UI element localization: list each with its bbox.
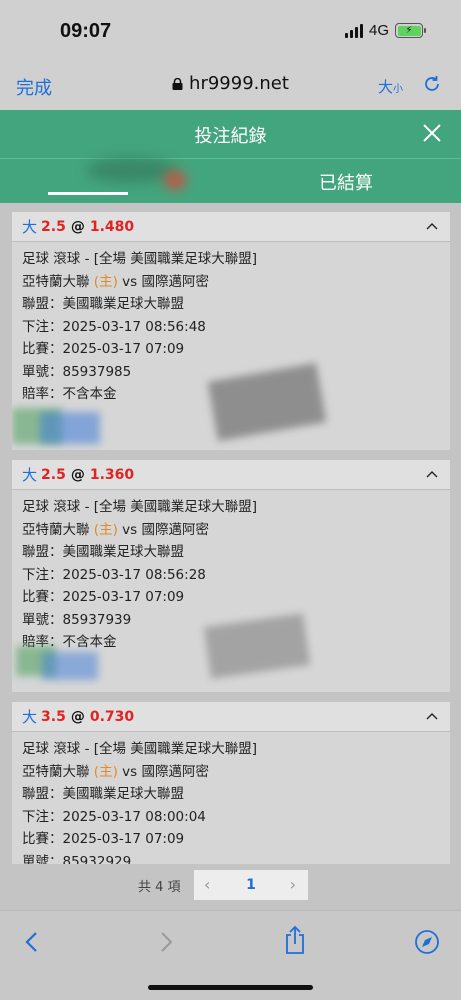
league-line: 聯盟：美國職業足球大聯盟 — [22, 786, 184, 802]
bet-time-line: 下注：2025-03-17 08:56:28 — [22, 566, 206, 583]
battery-icon: ⚡ — [395, 23, 426, 38]
match-time-line: 比賽：2025-03-17 07:09 — [22, 589, 185, 605]
bet-time-line: 下注：2025-03-17 08:56:48 — [22, 318, 206, 335]
compass-icon[interactable] — [414, 929, 440, 955]
bet-direction: 大 — [22, 466, 38, 484]
close-icon[interactable] — [421, 122, 443, 144]
bet-card-header[interactable]: 大 2.5 @ 1.360 — [12, 460, 450, 490]
home-tag: (主) — [93, 273, 118, 290]
lock-icon — [172, 78, 183, 90]
share-icon[interactable] — [282, 925, 308, 955]
bet-odds: 1.360 — [89, 466, 135, 483]
pager: ‹ 1 › — [194, 870, 308, 900]
redaction-smudge — [164, 171, 186, 189]
status-bar: 09:07 4G ⚡ — [0, 0, 461, 62]
page-title: 投注紀錄 — [194, 126, 267, 147]
page-header: 投注紀錄 — [0, 110, 461, 158]
away-team: 國際邁阿密 — [141, 763, 209, 780]
bet-time-line: 下注：2025-03-17 08:00:04 — [22, 808, 206, 825]
home-team: 亞特蘭大聯 — [22, 273, 90, 290]
text-size-large: 大 — [377, 78, 393, 96]
match-time-line: 比賽：2025-03-17 07:09 — [22, 341, 185, 357]
home-indicator — [148, 985, 313, 990]
bet-card: 大 2.5 @ 1.480 足球 滾球 - [全場 美國職業足球大聯盟] 亞特蘭… — [12, 212, 450, 450]
sport-line: 足球 滾球 - [全場 美國職業足球大聯盟] — [22, 499, 258, 515]
match-teams: 亞特蘭大聯 (主) vs 國際邁阿密 — [22, 519, 440, 542]
text-size-button[interactable]: 大小 — [378, 76, 403, 97]
url-text: hr9999.net — [189, 73, 289, 94]
bet-at: @ — [70, 708, 85, 725]
bet-card-header[interactable]: 大 2.5 @ 1.480 — [12, 212, 450, 242]
sport-line: 足球 滾球 - [全場 美國職業足球大聯盟] — [22, 741, 258, 757]
match-time-line: 比賽：2025-03-17 07:09 — [22, 831, 185, 847]
reload-icon[interactable] — [421, 73, 443, 95]
bet-direction: 大 — [22, 218, 38, 236]
browser-toolbar — [0, 910, 461, 1000]
ticket-line: 單號：85932929 — [22, 853, 132, 865]
bet-line: 2.5 — [41, 466, 66, 483]
match-teams: 亞特蘭大聯 (主) vs 國際邁阿密 — [22, 761, 440, 784]
bet-odds: 1.480 — [89, 218, 135, 235]
bet-line: 2.5 — [41, 218, 66, 235]
home-tag: (主) — [93, 763, 118, 780]
match-teams: 亞特蘭大聯 (主) vs 國際邁阿密 — [22, 271, 440, 294]
vs-label: vs — [122, 521, 138, 538]
vs-label: vs — [122, 763, 138, 780]
network-label: 4G — [368, 22, 389, 39]
home-team: 亞特蘭大聯 — [22, 521, 90, 538]
tab-active-indicator — [48, 192, 128, 195]
bet-details: 足球 滾球 - [全場 美國職業足球大聯盟] 亞特蘭大聯 (主) vs 國際邁阿… — [12, 732, 450, 864]
total-count: 共 4 項 — [138, 880, 181, 895]
league-line: 聯盟：美國職業足球大聯盟 — [22, 296, 184, 312]
redaction-smudge — [42, 652, 98, 680]
chevron-up-icon[interactable] — [426, 711, 438, 721]
bet-odds: 0.730 — [89, 708, 135, 725]
text-size-small: 小 — [393, 84, 403, 95]
home-team: 亞特蘭大聯 — [22, 763, 90, 780]
tab-settled[interactable]: 已結算 — [231, 169, 461, 195]
pagination: 共 4 項 ‹ 1 › — [0, 868, 461, 902]
bet-at: @ — [70, 218, 85, 235]
tab-bar: 已結算 — [0, 157, 461, 203]
browser-url-bar: 完成 hr9999.net 大小 — [0, 62, 461, 110]
bet-card: 大 2.5 @ 1.360 足球 滾球 - [全場 美國職業足球大聯盟] 亞特蘭… — [12, 460, 450, 692]
chevron-up-icon[interactable] — [426, 469, 438, 479]
away-team: 國際邁阿密 — [141, 273, 209, 290]
bet-at: @ — [70, 466, 85, 483]
signal-icon — [344, 23, 363, 38]
bet-list: 大 2.5 @ 1.480 足球 滾球 - [全場 美國職業足球大聯盟] 亞特蘭… — [12, 212, 450, 874]
home-tag: (主) — [93, 521, 118, 538]
away-team: 國際邁阿密 — [141, 521, 209, 538]
forward-arrow-icon[interactable] — [152, 929, 178, 955]
status-time: 09:07 — [60, 20, 112, 42]
vs-label: vs — [122, 273, 138, 290]
bet-card-header[interactable]: 大 3.5 @ 0.730 — [12, 702, 450, 732]
bet-card: 大 3.5 @ 0.730 足球 滾球 - [全場 美國職業足球大聯盟] 亞特蘭… — [12, 702, 450, 864]
back-arrow-icon[interactable] — [20, 929, 46, 955]
league-line: 聯盟：美國職業足球大聯盟 — [22, 544, 184, 560]
chevron-up-icon[interactable] — [426, 221, 438, 231]
redaction-smudge — [40, 412, 100, 444]
tab-settled-label: 已結算 — [319, 173, 373, 194]
redaction-smudge — [86, 157, 176, 183]
sport-line: 足球 滾球 - [全場 美國職業足球大聯盟] — [22, 251, 258, 267]
bet-direction: 大 — [22, 708, 38, 726]
pager-next-button[interactable]: › — [290, 875, 296, 894]
status-indicators: 4G ⚡ — [344, 22, 426, 39]
bet-line: 3.5 — [41, 708, 66, 725]
